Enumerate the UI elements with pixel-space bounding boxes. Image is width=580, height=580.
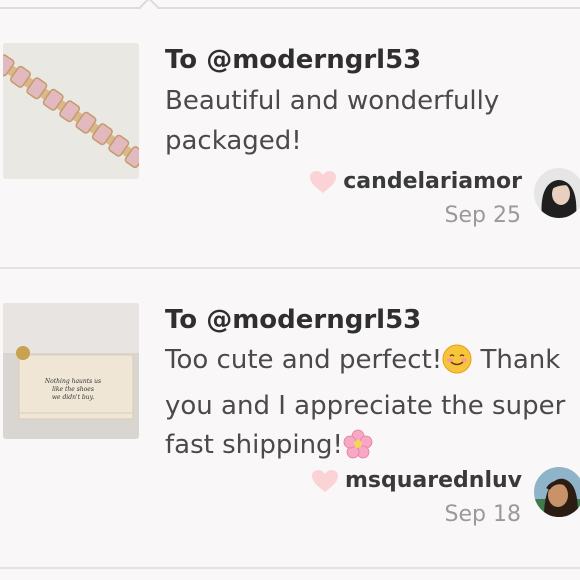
review-date: Sep 25	[444, 203, 521, 228]
listing-thumbnail[interactable]: Nothing haunts us like the shoes we didn…	[3, 303, 139, 439]
user-avatar[interactable]	[534, 467, 580, 517]
svg-text:we didn't buy.: we didn't buy.	[52, 394, 94, 401]
reviewer-line: candelariamor	[309, 169, 522, 194]
smiling-face-icon	[442, 344, 472, 387]
listing-thumbnail[interactable]	[3, 43, 139, 179]
heart-icon[interactable]	[309, 170, 337, 194]
reviewer-username[interactable]: msquarednluv	[345, 468, 522, 493]
cherry-blossom-icon	[343, 429, 373, 472]
heart-icon[interactable]	[311, 469, 339, 493]
review-date: Sep 18	[444, 502, 521, 527]
review-recipient[interactable]: To @moderngrl53	[165, 45, 421, 75]
reviewer-username[interactable]: candelariamor	[343, 169, 522, 194]
review-item: Nothing haunts us like the shoes we didn…	[0, 269, 580, 567]
svg-text:Nothing haunts us: Nothing haunts us	[44, 378, 101, 385]
review-divider	[0, 567, 580, 569]
review-message: Beautiful and wonderfully packaged!	[165, 86, 500, 156]
review-item: To @moderngrl53 Beautiful and wonderfull…	[0, 9, 580, 267]
svg-text:like the shoes: like the shoes	[52, 386, 94, 393]
review-message-part: Too cute and perfect!	[165, 345, 443, 375]
reviewer-line: msquarednluv	[311, 468, 522, 493]
user-avatar[interactable]	[534, 168, 580, 218]
review-recipient[interactable]: To @moderngrl53	[165, 305, 421, 335]
review-message: Too cute and perfect! Thank you and I ap…	[165, 341, 580, 472]
